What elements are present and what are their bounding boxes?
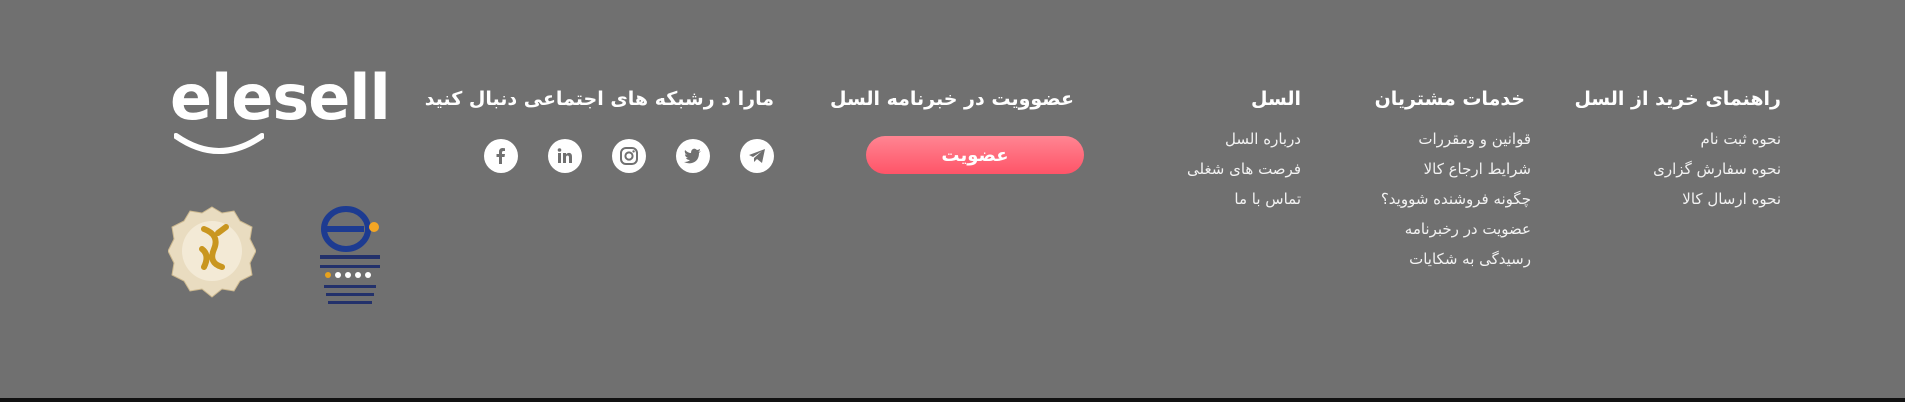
link-registration[interactable]: نحوه ثبت نام [1574,124,1781,154]
about-column: السل درباره السل فرصت های شغلی تماس با م… [1187,88,1301,214]
site-logo[interactable]: elesell [170,60,391,160]
facebook-icon[interactable] [484,139,518,173]
social-title: مارا د رشبکه های اجتماعی دنبال کنید [424,88,774,110]
social-section: مارا د رشبکه های اجتماعی دنبال کنید [424,88,774,173]
link-newsletter-membership[interactable]: عضویت در رخبرنامه [1375,214,1531,244]
buying-guide-title: راهنمای خرید از السل [1574,88,1781,110]
newsletter-title: عضوویت در خبرنامه السل [830,88,1074,110]
link-shipping[interactable]: نحوه ارسال کالا [1574,184,1781,214]
buying-guide-column: راهنمای خرید از السل نحوه ثبت نام نحوه س… [1574,88,1781,214]
newsletter-subscribe-button[interactable]: عضویت [866,136,1084,174]
customer-services-column: خدمات مشتریان قوانین و ومقررات شرایط ارج… [1375,88,1531,274]
enamad-logo-icon [320,206,380,304]
linkedin-icon[interactable] [548,139,582,173]
link-contact[interactable]: تماس با ما [1187,184,1301,214]
link-terms[interactable]: قوانین و ومقررات [1375,124,1531,154]
samandehi-badge[interactable] [167,205,257,317]
about-column-title: السل [1251,88,1301,110]
link-complaints[interactable]: رسیدگی به شکایات [1375,244,1531,274]
telegram-icon[interactable] [740,139,774,173]
link-return-policy[interactable]: شرایط ارجاع کالا [1375,154,1531,184]
link-about-elesell[interactable]: درباره السل [1187,124,1301,154]
link-careers[interactable]: فرصت های شغلی [1187,154,1301,184]
footer-bottom-border [0,398,1905,402]
social-icons [484,139,774,175]
instagram-icon[interactable] [612,139,646,173]
logo-text: elesell [170,61,391,134]
link-become-seller[interactable]: چگونه فروشنده شووید؟ [1375,184,1531,214]
samandehi-seal-icon [167,206,257,298]
twitter-icon[interactable] [676,139,710,173]
enamad-badge[interactable] [316,205,384,317]
customer-services-title: خدمات مشتریان [1374,88,1525,110]
logo-smile-icon [174,133,264,154]
link-ordering[interactable]: نحوه سفارش گزاری [1574,154,1781,184]
